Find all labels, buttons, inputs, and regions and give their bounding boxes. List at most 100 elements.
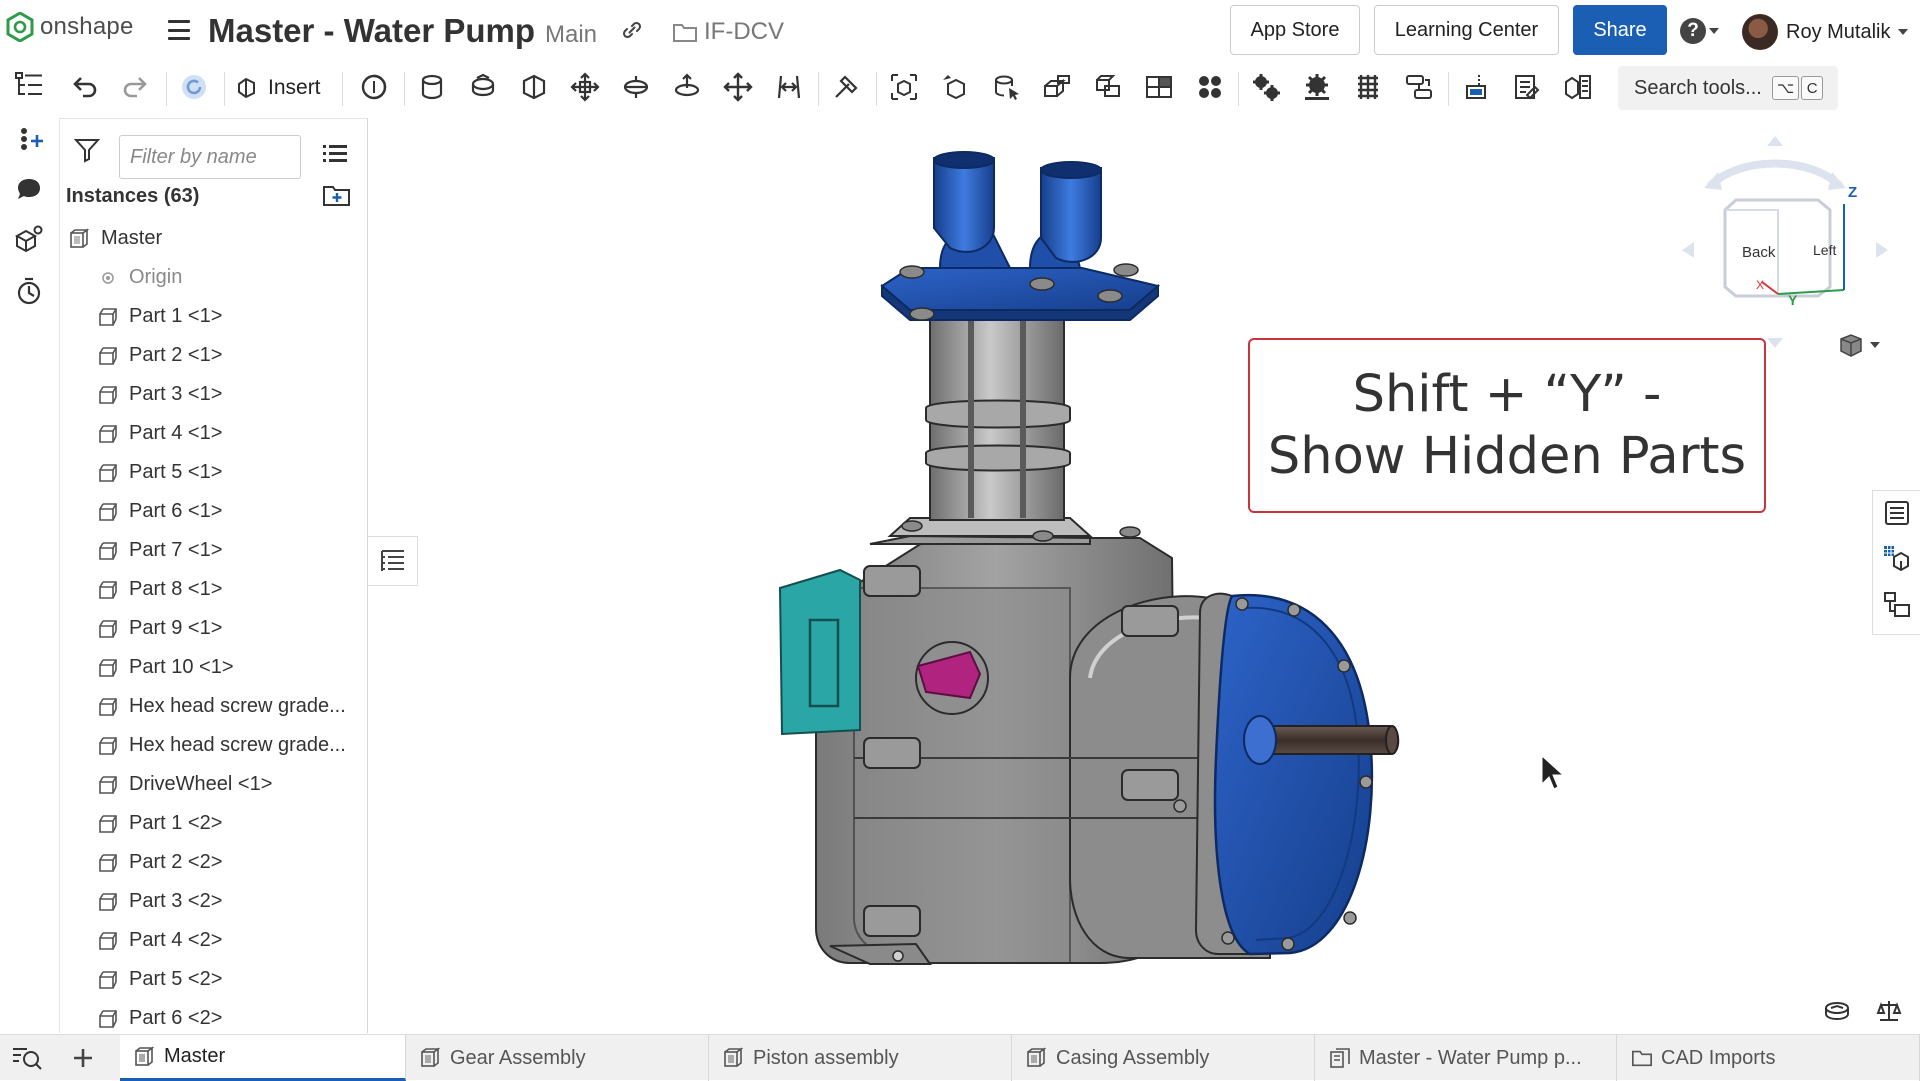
tree-item-part[interactable]: DriveWheel <1> [60,765,367,804]
tree-item-part[interactable]: Part 5 <1> [60,453,367,492]
add-tab-icon[interactable] [66,1041,100,1075]
toolbar: Insert Search tools... ⌥ C [52,64,1920,112]
tree-item-part[interactable]: Part 10 <1> [60,648,367,687]
tree-item-part[interactable]: Part 2 <2> [60,843,367,882]
tree-item-part[interactable]: Part 5 <2> [60,960,367,999]
tree-item-part[interactable]: Part 9 <1> [60,609,367,648]
tree-item-part[interactable]: Hex head screw grade... [60,687,367,726]
gear-relation-icon[interactable] [1246,67,1286,107]
rack-pinion-icon[interactable] [1297,67,1337,107]
history-icon[interactable] [12,274,46,308]
tree-item-part[interactable]: Part 3 <1> [60,375,367,414]
tab-cad-imports[interactable]: CAD Imports [1617,1035,1920,1081]
tree-item-part[interactable]: Part 3 <2> [60,882,367,921]
filter-by-name-input[interactable] [119,135,301,179]
tree-item-label: Master [101,227,163,249]
insert-button[interactable]: Insert [236,68,321,108]
properties-panel-icon[interactable] [1881,497,1913,529]
folder-name: IF-DCV [704,18,784,45]
branch-name[interactable]: Main [545,21,597,49]
bom-icon[interactable] [1558,67,1598,107]
comments-icon[interactable] [12,172,46,206]
cylindrical-mate-icon[interactable] [616,67,656,107]
bom-panel-icon[interactable] [1881,589,1913,621]
document-title[interactable]: Master - Water Pump [208,12,535,50]
screw-relation-icon[interactable] [1348,67,1388,107]
tab-gear-assembly[interactable]: Gear Assembly [406,1035,709,1081]
tree-item-label: Part 4 <1> [129,422,223,444]
undo-icon[interactable] [64,67,104,107]
balance-scale-icon[interactable] [1874,998,1904,1024]
tangent-mate-icon[interactable] [826,67,866,107]
part-instance-icon [96,851,120,875]
tab-piston-assembly[interactable]: Piston assembly [709,1035,1012,1081]
section-view-icon[interactable] [1507,67,1547,107]
replicate-icon[interactable] [935,67,975,107]
tab-master[interactable]: Master [120,1035,406,1081]
tab-casing-assembly[interactable]: Casing Assembly [1012,1035,1315,1081]
pattern-icon[interactable] [986,67,1026,107]
onshape-logo[interactable]: onshape [6,12,134,42]
link-icon[interactable] [620,18,644,47]
view-cube-face-back[interactable]: Back [1742,244,1775,261]
tree-item-part[interactable]: Part 4 <2> [60,921,367,960]
document-tab-bar: Master Gear Assembly Piston assembly Casing… [0,1034,1920,1081]
tree-item-part[interactable]: Part 7 <1> [60,531,367,570]
tab-master-water-pump-p[interactable]: Master - Water Pump p... [1315,1035,1617,1081]
parallel-mate-icon[interactable] [769,67,809,107]
tree-item-part[interactable]: Part 4 <1> [60,414,367,453]
tree-item-part[interactable]: Part 8 <1> [60,570,367,609]
help-menu[interactable]: ? [1680,18,1719,44]
revolute-mate-icon[interactable] [463,67,503,107]
folder-breadcrumb[interactable]: IF-DCV [672,18,784,46]
mass-properties-icon[interactable] [1822,998,1852,1024]
graphics-viewport[interactable] [370,118,1870,1033]
fastened-mate-icon[interactable] [412,67,452,107]
update-icon[interactable] [174,67,214,107]
tree-item-part[interactable]: Part 6 <2> [60,999,367,1033]
part-instance-icon [96,1007,120,1031]
share-button[interactable]: Share [1573,5,1667,55]
planar-mate-icon[interactable] [565,67,605,107]
configurations-panel-icon[interactable] [1881,543,1913,575]
explode-icon[interactable] [1139,67,1179,107]
app-store-button[interactable]: App Store [1230,5,1360,55]
tree-item-part[interactable]: Hex head screw grade... [60,726,367,765]
tree-item-label: Part 6 <2> [129,1007,223,1029]
main-menu-icon[interactable] [168,20,190,40]
slider-mate-icon[interactable] [514,67,554,107]
user-menu[interactable]: Roy Mutalik [1742,14,1909,50]
redo-icon[interactable] [116,67,156,107]
add-folder-icon[interactable] [322,183,352,212]
list-view-icon[interactable] [323,143,347,170]
ball-mate-icon[interactable] [718,67,758,107]
mirror-icon[interactable] [1037,67,1077,107]
tree-item-origin[interactable]: Origin [60,258,367,297]
view-cube[interactable]: Back Left Z X Y [1670,132,1900,372]
feature-list-icon[interactable] [12,68,46,102]
insert-mate-connector-icon[interactable] [12,121,46,155]
water-pump-model[interactable] [370,118,1870,1033]
tree-item-part[interactable]: Part 1 <2> [60,804,367,843]
toolbar-divider [1448,72,1449,106]
filter-icon[interactable] [73,137,101,168]
tree-item-part[interactable]: Part 6 <1> [60,492,367,531]
tree-item-part[interactable]: Part 2 <1> [60,336,367,375]
search-tabs-icon[interactable] [10,1041,44,1075]
view-options-menu[interactable] [1838,332,1880,358]
tree-item-assembly[interactable]: Master [60,219,367,258]
mate-connector-icon[interactable] [354,67,394,107]
animate-icon[interactable] [1190,67,1230,107]
tree-item-part[interactable]: Part 1 <1> [60,297,367,336]
pin-slot-mate-icon[interactable] [667,67,707,107]
relation-icon[interactable] [1088,67,1128,107]
search-tools-input[interactable]: Search tools... ⌥ C [1618,66,1838,110]
parts-icon[interactable] [12,222,46,256]
left-rail [0,64,58,1020]
view-cube-face-left[interactable]: Left [1813,242,1836,258]
mate-group-icon[interactable] [884,67,924,107]
learning-center-button[interactable]: Learning Center [1374,5,1559,55]
linear-relation-icon[interactable] [1399,67,1439,107]
measure-icon[interactable] [1456,67,1496,107]
tree-item-label: Part 4 <2> [129,929,223,951]
